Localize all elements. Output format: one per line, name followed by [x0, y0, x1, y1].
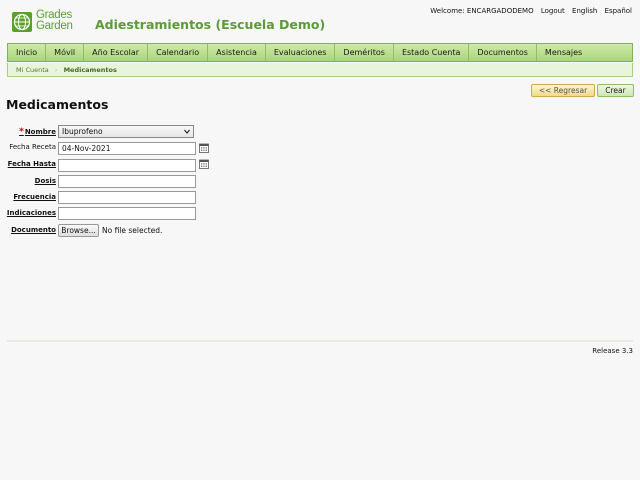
calendar-icon[interactable]	[199, 159, 209, 169]
nav-evaluaciones[interactable]: Evaluaciones	[266, 44, 336, 61]
fecha-receta-label: Fecha Receta	[9, 143, 56, 151]
app-header: Grades Garden Adiestramientos (Escuela D…	[0, 0, 640, 42]
fecha-receta-input[interactable]: 04-Nov-2021	[58, 142, 196, 155]
logo-line-2: Garden	[36, 20, 73, 32]
release-version: Release 3.3	[592, 347, 633, 355]
breadcrumb-separator: ›	[54, 66, 58, 74]
nombre-label-text: Nombre	[24, 128, 56, 136]
nav-calendario[interactable]: Calendario	[148, 44, 209, 61]
logout-link[interactable]: Logout	[541, 7, 565, 15]
frecuencia-input[interactable]	[58, 191, 196, 204]
top-links: Welcome: ENCARGADODEMO Logout English Es…	[425, 7, 632, 15]
breadcrumb-mi-cuenta[interactable]: Mi Cuenta	[16, 66, 49, 74]
required-marker: *	[19, 127, 24, 137]
nav-asistencia[interactable]: Asistencia	[208, 44, 266, 61]
nombre-select[interactable]: Ibuprofeno	[58, 125, 194, 138]
breadcrumb-current: Medicamentos	[63, 66, 117, 74]
back-button[interactable]: << Regresar	[531, 84, 595, 97]
nav-movil[interactable]: Móvil	[46, 44, 85, 61]
english-link[interactable]: English	[572, 7, 597, 15]
create-button[interactable]: Crear	[597, 84, 634, 97]
globe-logo-icon	[12, 12, 32, 32]
chevron-down-icon	[184, 129, 190, 134]
nombre-label: *Nombre	[19, 127, 56, 137]
fecha-hasta-input[interactable]	[58, 159, 196, 172]
spanish-link[interactable]: Español	[605, 7, 632, 15]
nav-mensajes[interactable]: Mensajes	[537, 44, 590, 61]
nav-documentos[interactable]: Documentos	[469, 44, 537, 61]
indicaciones-label: Indicaciones	[6, 209, 56, 217]
nav-estado-cuenta[interactable]: Estado Cuenta	[394, 44, 470, 61]
nav-ano-escolar[interactable]: Año Escolar	[84, 44, 149, 61]
grades-garden-logo[interactable]: Grades Garden	[11, 9, 81, 35]
breadcrumb: Mi Cuenta › Medicamentos	[7, 63, 633, 77]
calendar-icon[interactable]	[199, 143, 209, 153]
file-status-text: No file selected.	[102, 226, 163, 235]
footer-divider	[7, 340, 633, 342]
dosis-label: Dosis	[34, 177, 56, 185]
main-nav: Inicio Móvil Año Escolar Calendario Asis…	[7, 43, 633, 62]
nav-demeritos[interactable]: Deméritos	[335, 44, 394, 61]
site-title: Adiestramientos (Escuela Demo)	[95, 17, 326, 32]
welcome-text: Welcome: ENCARGADODEMO	[430, 7, 534, 15]
nombre-selected-value: Ibuprofeno	[62, 127, 103, 136]
browse-button[interactable]: Browse...	[58, 224, 99, 237]
frecuencia-label: Frecuencia	[13, 193, 56, 201]
indicaciones-input[interactable]	[58, 207, 196, 220]
dosis-input[interactable]	[58, 175, 196, 188]
documento-label: Documento	[11, 226, 56, 234]
nav-inicio[interactable]: Inicio	[8, 44, 47, 61]
logo-text: Grades Garden	[36, 9, 73, 32]
fecha-hasta-label: Fecha Hasta	[7, 160, 56, 168]
page-title: Medicamentos	[6, 97, 109, 112]
